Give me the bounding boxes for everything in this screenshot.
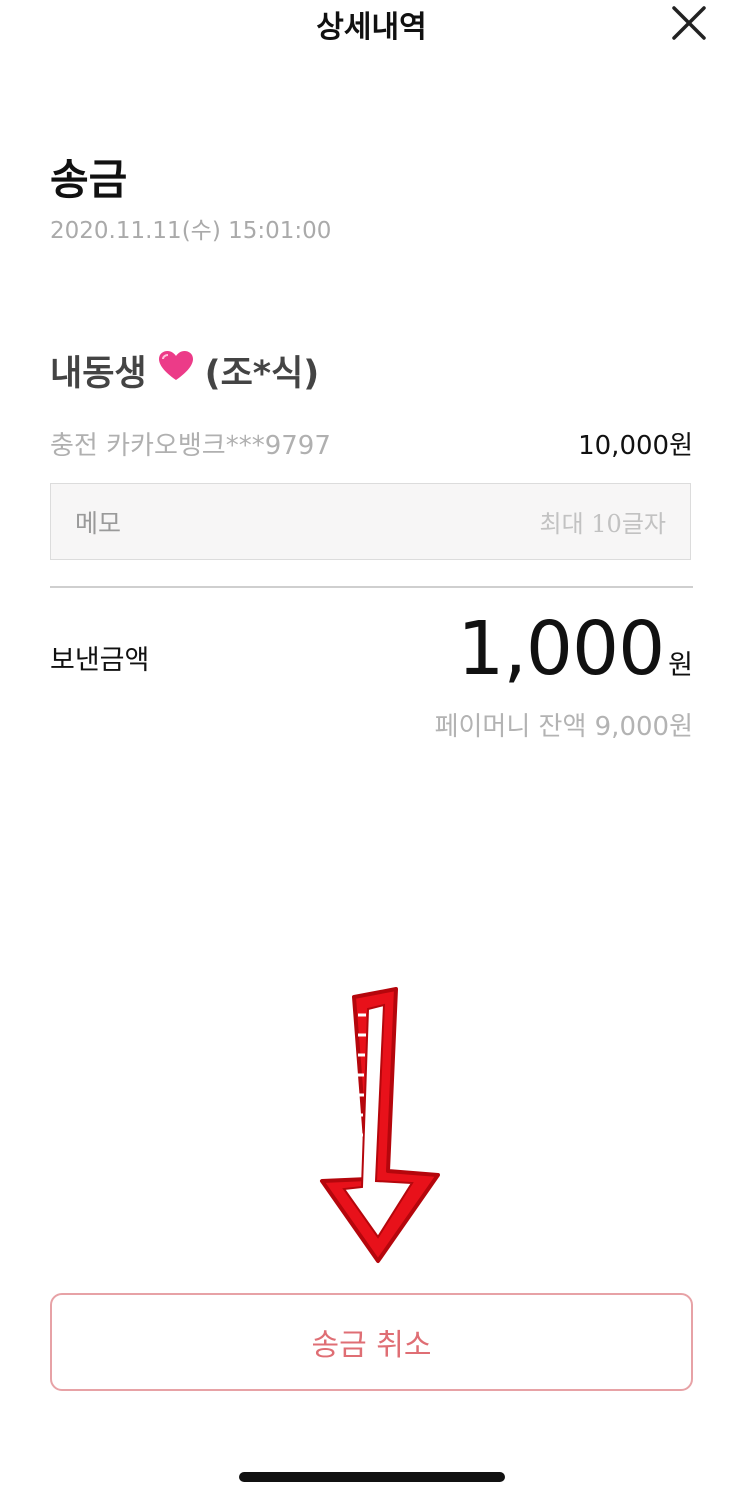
memo-field[interactable]: 메모 최대 10글자 <box>50 483 691 560</box>
arrow-down-icon <box>320 987 440 1263</box>
memo-hint: 최대 10글자 <box>539 510 667 538</box>
page-header-title: 상세내역 <box>316 10 427 45</box>
sent-amount-value: 1,000 <box>457 606 665 692</box>
cancel-transfer-button[interactable]: 송금 취소 <box>50 1293 693 1391</box>
charge-amount: 10,000원 <box>578 431 693 461</box>
divider <box>50 586 693 588</box>
transaction-datetime: 2020.11.11(수) 15:01:00 <box>50 218 332 244</box>
paymoney-balance: 페이머니 잔액 9,000원 <box>434 712 693 742</box>
recipient-name: 내동생 <box>50 354 147 394</box>
memo-label: 메모 <box>75 508 122 538</box>
recipient-masked-name: (조*식) <box>204 354 320 394</box>
sent-amount-label: 보낸금액 <box>50 645 150 676</box>
transaction-type: 송금 <box>50 155 128 204</box>
close-icon[interactable] <box>668 2 710 44</box>
heart-icon <box>157 349 195 392</box>
sent-amount-unit: 원 <box>668 650 693 681</box>
sent-amount: 1,000 원 <box>457 612 693 686</box>
charge-source: 충전 카카오뱅크***9797 <box>50 431 331 461</box>
recipient: 내동생 (조*식) <box>50 345 319 396</box>
home-indicator[interactable] <box>239 1472 505 1482</box>
